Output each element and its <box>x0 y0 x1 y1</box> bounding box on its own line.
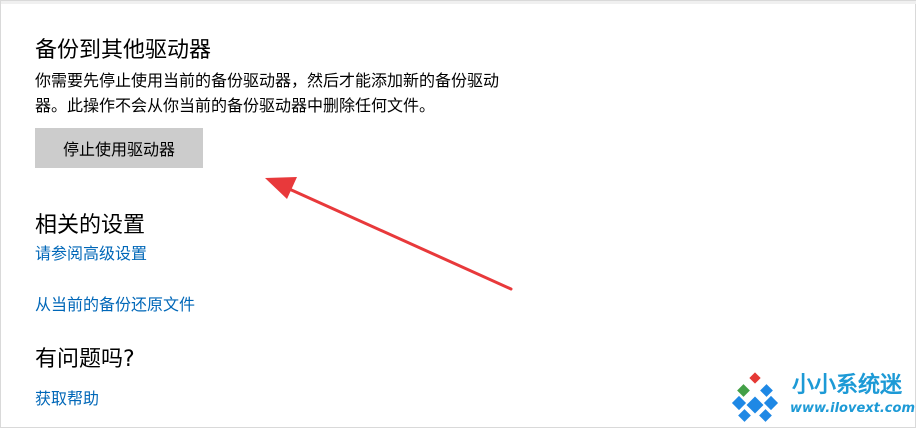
related-settings-title: 相关的设置 <box>35 213 146 238</box>
backup-description-line-1: 你需要先停止使用当前的备份驱动器，然后才能添加新的备份驱动 <box>35 71 500 90</box>
windows-style-logo-icon <box>731 372 779 422</box>
get-help-link[interactable]: 获取帮助 <box>35 388 99 410</box>
watermark-brand: 小小系统迷 <box>792 373 903 398</box>
backup-description-line-2: 器。此操作不会从你当前的备份驱动器中删除任何文件。 <box>35 96 436 115</box>
stop-using-drive-button[interactable]: 停止使用驱动器 <box>35 128 203 168</box>
settings-page: 备份到其他驱动器 你需要先停止使用当前的备份驱动器，然后才能添加新的备份驱动 器… <box>0 0 916 428</box>
advanced-settings-link[interactable]: 请参阅高级设置 <box>35 243 147 265</box>
watermark-url: www.ilovext.com <box>790 401 915 416</box>
backup-section-title: 备份到其他驱动器 <box>35 38 212 63</box>
restore-files-link[interactable]: 从当前的备份还原文件 <box>35 294 195 316</box>
window-top-edge <box>1 1 916 4</box>
watermark: 小小系统迷 www.ilovext.com <box>726 371 915 425</box>
help-section-title: 有问题吗? <box>35 347 135 372</box>
